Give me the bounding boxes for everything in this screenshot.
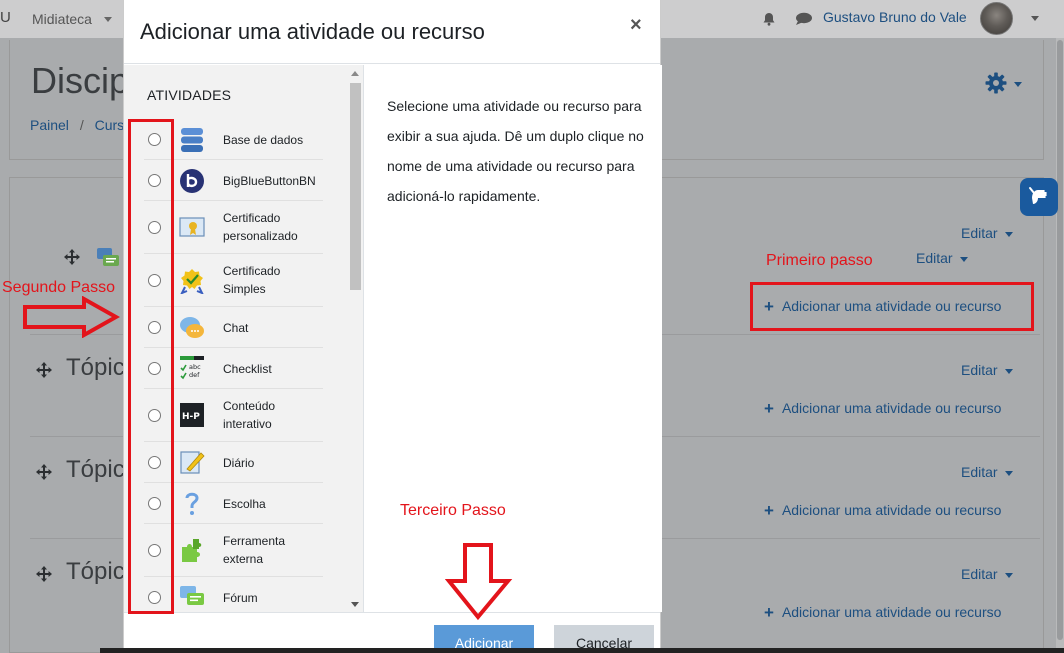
section-0-edit-menu[interactable]: Editar — [961, 225, 1013, 241]
chevron-down-icon[interactable] — [1031, 16, 1039, 21]
breadcrumb-item-cursos[interactable]: Curs — [95, 117, 125, 133]
custom-certificate-icon — [179, 217, 205, 237]
bigbluebutton-icon — [180, 169, 204, 193]
chevron-down-icon[interactable] — [1014, 82, 1022, 87]
edit-label: Editar — [961, 362, 998, 378]
add-activity-label: Adicionar uma atividade ou recurso — [781, 400, 1002, 416]
chat-icon — [180, 317, 204, 338]
add-activity-label: Adicionar uma atividade ou recurso — [781, 502, 1002, 518]
forum-icon — [180, 586, 204, 605]
chevron-down-icon — [1004, 368, 1013, 374]
chevron-down-icon[interactable] — [104, 17, 112, 22]
section-3-edit-menu[interactable]: Editar — [961, 566, 1013, 582]
annotation-box-radio-column — [128, 119, 174, 614]
scroll-down-icon[interactable] — [351, 602, 359, 607]
window-bottom-edge — [100, 648, 1064, 653]
move-icon[interactable] — [36, 566, 52, 582]
modal-header: Adicionar uma atividade ou recurso × — [124, 0, 660, 64]
breadcrumb-item-painel[interactable]: Painel — [30, 117, 69, 133]
section-title[interactable]: Tópic — [66, 558, 125, 586]
journal-icon — [180, 451, 205, 474]
add-activity-link-section-2[interactable]: + Adicionar uma atividade ou recurso — [764, 501, 1001, 521]
svg-text:def: def — [189, 371, 200, 379]
svg-text:abc: abc — [189, 363, 201, 371]
annotation-third-step: Terceiro Passo — [400, 502, 506, 519]
breadcrumb-separator: / — [79, 117, 84, 133]
plus-icon: + — [764, 399, 774, 418]
user-name[interactable]: Gustavo Bruno do Vale — [823, 9, 967, 25]
options-scrollbar[interactable] — [348, 71, 362, 609]
h5p-icon: H-P — [180, 403, 204, 427]
avatar[interactable] — [980, 2, 1013, 35]
option-label: Escolha — [223, 497, 266, 511]
option-label: Conteúdo interativo — [223, 399, 276, 431]
option-label: Checklist — [223, 362, 272, 376]
plus-icon: + — [764, 603, 774, 622]
chevron-down-icon — [1004, 572, 1013, 578]
option-label: Fórum — [223, 591, 258, 605]
add-activity-label: Adicionar uma atividade ou recurso — [781, 604, 1002, 620]
section-2-edit-menu[interactable]: Editar — [961, 464, 1013, 480]
sign-language-icon — [1029, 187, 1047, 204]
annotation-box-add-link — [750, 282, 1034, 331]
svg-text:H-P: H-P — [182, 412, 200, 422]
arrow-right-icon — [23, 296, 120, 338]
section-title[interactable]: Tópic — [66, 456, 125, 484]
activity-edit-menu[interactable]: Editar — [916, 250, 968, 266]
option-label: Diário — [223, 456, 255, 470]
forum-icon — [97, 248, 119, 266]
bell-icon[interactable] — [762, 12, 776, 26]
add-activity-link-section-3[interactable]: + Adicionar uma atividade ou recurso — [764, 603, 1001, 623]
checklist-icon: abc def — [180, 356, 204, 380]
chevron-down-icon — [959, 256, 968, 262]
options-scrollbar-thumb[interactable] — [350, 83, 361, 290]
close-icon[interactable]: × — [630, 14, 642, 37]
edit-label: Editar — [961, 566, 998, 582]
simple-certificate-icon — [180, 269, 204, 294]
annotation-first-step: Primeiro passo — [766, 252, 873, 269]
option-label: Chat — [223, 321, 249, 335]
option-label: BigBlueButtonBN — [223, 174, 316, 188]
option-label: Certificado personalizado — [223, 211, 298, 243]
message-icon[interactable] — [795, 12, 813, 26]
move-icon[interactable] — [36, 362, 52, 378]
breadcrumb: Painel / Curs — [30, 117, 124, 133]
activities-section-header: ATIVIDADES — [147, 87, 232, 103]
arrow-down-icon — [445, 543, 513, 621]
page-title: Discip — [31, 60, 130, 101]
external-tool-icon — [182, 539, 202, 562]
option-label: Base de dados — [223, 133, 304, 147]
chevron-down-icon — [1004, 470, 1013, 476]
help-pane: Selecione uma atividade ou recurso para … — [365, 65, 662, 612]
choice-icon — [185, 492, 199, 515]
plus-icon: + — [764, 501, 774, 520]
help-text: Selecione uma atividade ou recurso para … — [387, 98, 644, 204]
page-scrollbar-thumb[interactable] — [1057, 40, 1063, 640]
edit-label: Editar — [916, 250, 953, 266]
nav-midiateca-menu[interactable]: Midiateca — [32, 11, 92, 27]
edit-label: Editar — [961, 464, 998, 480]
edit-label: Editar — [961, 225, 998, 241]
move-icon[interactable] — [36, 464, 52, 480]
option-label: Certificado Simples — [223, 264, 281, 296]
gear-icon[interactable] — [985, 72, 1007, 94]
database-icon — [181, 128, 203, 152]
annotation-second-step: Segundo Passo — [2, 279, 115, 296]
chevron-down-icon — [1004, 231, 1013, 237]
accessibility-button[interactable] — [1020, 178, 1058, 216]
scroll-up-icon[interactable] — [351, 71, 359, 76]
add-activity-modal: Adicionar uma atividade ou recurso × ATI… — [123, 0, 662, 653]
modal-title: Adicionar uma atividade ou recurso — [140, 19, 485, 44]
add-activity-link-section-1[interactable]: + Adicionar uma atividade ou recurso — [764, 399, 1001, 419]
section-title[interactable]: Tópic — [66, 354, 125, 382]
modal-footer: Adicionar Cancelar — [124, 612, 660, 653]
option-label: Ferramenta externa — [223, 534, 286, 566]
nav-partial-brand[interactable]: U — [0, 9, 11, 26]
move-icon[interactable] — [64, 249, 80, 265]
section-1-edit-menu[interactable]: Editar — [961, 362, 1013, 378]
